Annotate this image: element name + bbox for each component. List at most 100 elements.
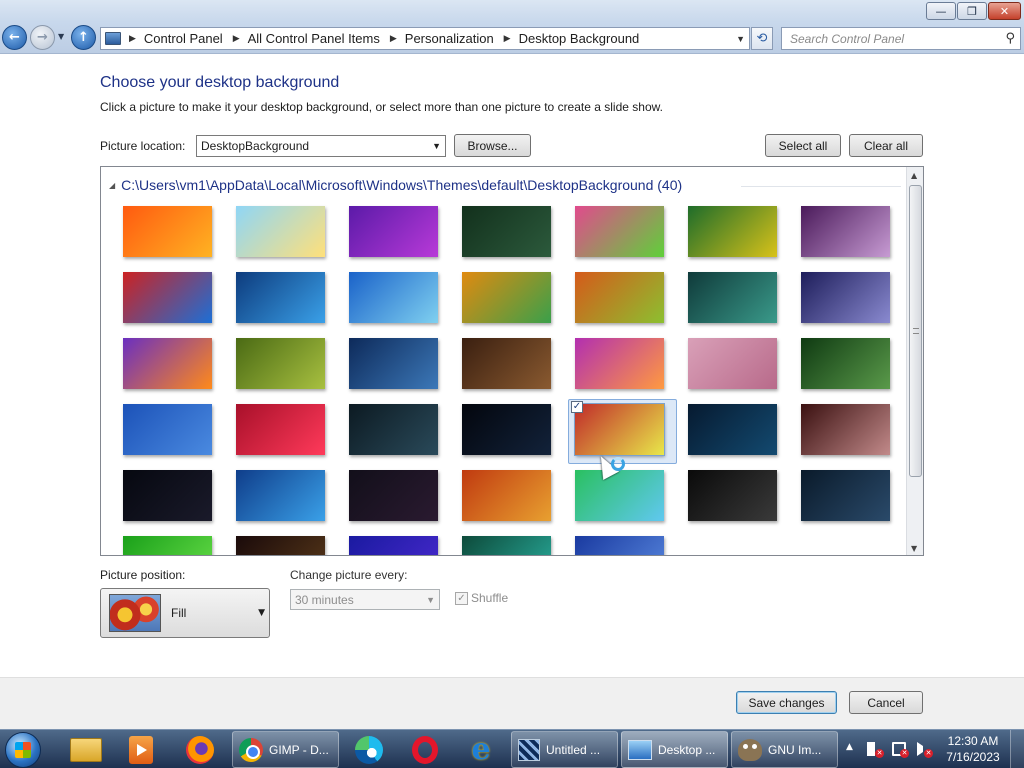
wallpaper-thumbnail[interactable] xyxy=(349,536,438,555)
pinned-firefox[interactable] xyxy=(171,731,229,768)
thumbnail-checkbox[interactable]: ✓ xyxy=(571,401,583,413)
wallpaper-thumbnail[interactable] xyxy=(574,403,665,456)
clear-all-button[interactable]: Clear all xyxy=(849,134,923,157)
wallpaper-thumbnail[interactable] xyxy=(123,338,212,389)
pinned-internet-explorer[interactable]: e xyxy=(452,731,510,768)
wallpaper-thumbnail[interactable] xyxy=(462,206,551,257)
wallpaper-thumbnail[interactable] xyxy=(688,470,777,521)
chrome-icon xyxy=(239,737,263,762)
browse-button[interactable]: Browse... xyxy=(454,134,531,157)
clock-time: 12:30 AM xyxy=(947,734,999,748)
breadcrumb-all-items[interactable]: All Control Panel Items xyxy=(248,31,380,46)
show-hidden-icons-icon[interactable]: ▲ xyxy=(846,742,853,752)
save-changes-button[interactable]: Save changes xyxy=(736,691,837,714)
picture-location-select[interactable]: DesktopBackground ▼ xyxy=(196,135,446,157)
up-button[interactable]: ↑ xyxy=(71,25,96,50)
wallpaper-thumbnail[interactable] xyxy=(801,272,890,323)
wallpaper-thumbnail[interactable] xyxy=(349,338,438,389)
close-button[interactable]: ✕ xyxy=(988,2,1021,20)
wallpaper-thumbnail[interactable] xyxy=(349,206,438,257)
busy-spinner-icon xyxy=(611,457,625,471)
wallpaper-thumbnail[interactable] xyxy=(462,272,551,323)
group-divider xyxy=(741,186,901,187)
cancel-button[interactable]: Cancel xyxy=(849,691,923,714)
start-button[interactable] xyxy=(5,732,41,768)
folder-path: C:\Users\vm1\AppData\Local\Microsoft\Win… xyxy=(121,177,683,193)
breadcrumb-desktop-background[interactable]: Desktop Background xyxy=(519,31,640,46)
taskbar-item-label: Desktop ... xyxy=(658,742,716,757)
chevron-down-icon[interactable]: ▼ xyxy=(736,34,745,44)
chevron-right-icon[interactable]: ▶ xyxy=(390,33,397,44)
wallpaper-thumbnail[interactable] xyxy=(236,338,325,389)
pinned-media-player[interactable] xyxy=(112,731,170,768)
search-input[interactable]: Search Control Panel ⚲ xyxy=(781,27,1021,50)
scroll-up-arrow-icon[interactable]: ▲ xyxy=(911,171,917,180)
folder-group-header[interactable]: ◢ C:\Users\vm1\AppData\Local\Microsoft\W… xyxy=(109,177,682,193)
page-subtitle: Click a picture to make it your desktop … xyxy=(100,100,663,114)
wallpaper-thumbnail[interactable] xyxy=(236,206,325,257)
chevron-right-icon[interactable]: ▶ xyxy=(129,33,136,44)
taskbar: GIMP - D... e Untitled ... Desktop ... G… xyxy=(0,729,1024,768)
wallpaper-thumbnail[interactable] xyxy=(801,338,890,389)
vertical-scrollbar[interactable]: ▲ ▼ xyxy=(906,167,923,555)
breadcrumb-personalization[interactable]: Personalization xyxy=(405,31,494,46)
wallpaper-thumbnail[interactable] xyxy=(801,404,890,455)
select-all-button[interactable]: Select all xyxy=(765,134,841,157)
wallpaper-thumbnail[interactable] xyxy=(349,404,438,455)
refresh-button[interactable]: ⟲ xyxy=(751,27,773,50)
wallpaper-thumbnail[interactable] xyxy=(123,272,212,323)
wallpaper-thumbnail[interactable] xyxy=(575,206,664,257)
wallpaper-thumbnail[interactable] xyxy=(236,272,325,323)
wallpaper-thumbnail[interactable] xyxy=(575,536,664,555)
wallpaper-thumbnail[interactable] xyxy=(123,470,212,521)
wallpaper-thumbnail[interactable] xyxy=(575,272,664,323)
system-clock[interactable]: 12:30 AM 7/16/2023 xyxy=(940,733,1006,765)
show-desktop-button[interactable] xyxy=(1010,730,1024,768)
search-icon[interactable]: ⚲ xyxy=(1005,31,1015,46)
control-panel-icon xyxy=(105,32,121,45)
address-bar[interactable]: ▶ Control Panel ▶ All Control Panel Item… xyxy=(100,27,750,50)
breadcrumb-control-panel[interactable]: Control Panel xyxy=(144,31,223,46)
wallpaper-thumbnail[interactable] xyxy=(123,206,212,257)
wallpaper-thumbnail[interactable] xyxy=(688,206,777,257)
wallpaper-thumbnail[interactable] xyxy=(123,536,212,555)
wallpaper-thumbnail[interactable] xyxy=(575,338,664,389)
taskbar-item-untitled[interactable]: Untitled ... xyxy=(511,731,618,768)
wallpaper-thumbnail[interactable] xyxy=(688,404,777,455)
firefox-icon xyxy=(186,735,214,764)
forward-button[interactable]: → xyxy=(30,25,55,50)
wallpaper-thumbnail[interactable] xyxy=(688,272,777,323)
pinned-opera[interactable] xyxy=(396,731,454,768)
wallpaper-thumbnail[interactable] xyxy=(236,536,325,555)
wallpaper-thumbnail[interactable] xyxy=(462,404,551,455)
wallpaper-gallery[interactable]: ◢ C:\Users\vm1\AppData\Local\Microsoft\W… xyxy=(100,166,924,556)
wallpaper-thumbnail[interactable] xyxy=(462,536,551,555)
chevron-right-icon[interactable]: ▶ xyxy=(504,33,511,44)
scrollbar-thumb[interactable] xyxy=(909,185,922,477)
back-button[interactable]: ← xyxy=(2,25,27,50)
maximize-button[interactable]: ❐ xyxy=(957,2,987,20)
wallpaper-thumbnail[interactable] xyxy=(462,470,551,521)
recent-pages-chevron-icon[interactable]: ▼ xyxy=(58,32,64,41)
wallpaper-thumbnail[interactable] xyxy=(349,272,438,323)
wallpaper-thumbnail[interactable] xyxy=(123,404,212,455)
wallpaper-thumbnail[interactable] xyxy=(688,338,777,389)
taskbar-item-gimp-chrome[interactable]: GIMP - D... xyxy=(232,731,339,768)
wallpaper-thumbnail[interactable] xyxy=(801,470,890,521)
picture-position-select[interactable]: Fill ▼ xyxy=(100,588,270,638)
pinned-edge[interactable] xyxy=(340,731,398,768)
wallpaper-thumbnail[interactable] xyxy=(575,470,664,521)
chevron-right-icon[interactable]: ▶ xyxy=(233,33,240,44)
taskbar-item-desktop-background[interactable]: Desktop ... xyxy=(621,731,728,768)
wallpaper-thumbnail[interactable] xyxy=(462,338,551,389)
pinned-explorer[interactable] xyxy=(57,731,115,768)
minimize-button[interactable]: — xyxy=(926,2,956,20)
wallpaper-thumbnail[interactable] xyxy=(349,470,438,521)
wallpaper-thumbnail[interactable] xyxy=(801,206,890,257)
folder-icon xyxy=(70,737,102,762)
wallpaper-thumbnail[interactable] xyxy=(236,470,325,521)
wallpaper-thumbnail[interactable] xyxy=(236,404,325,455)
scroll-down-arrow-icon[interactable]: ▼ xyxy=(911,544,917,553)
collapse-triangle-icon[interactable]: ◢ xyxy=(109,181,115,190)
taskbar-item-gnu-image[interactable]: GNU Im... xyxy=(731,731,838,768)
